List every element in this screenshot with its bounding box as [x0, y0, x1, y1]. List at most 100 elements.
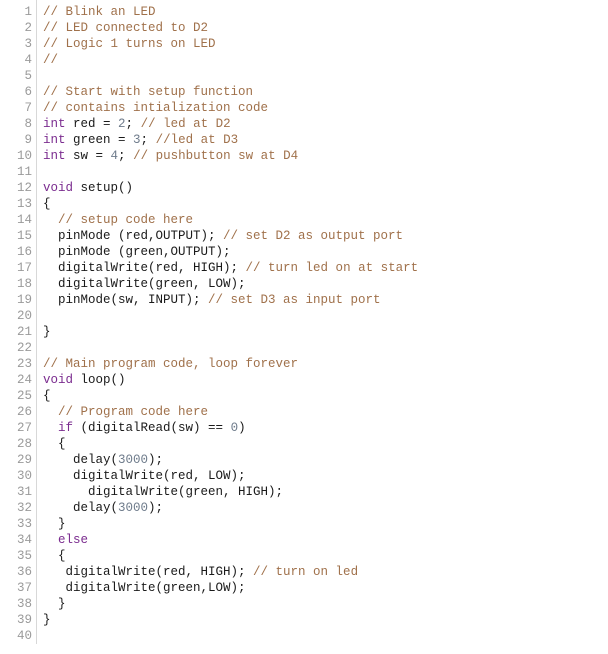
code-token-plain: sw = [65, 149, 111, 163]
line-number: 31 [16, 485, 32, 499]
code-token-keyword: int [43, 133, 66, 147]
code-line[interactable] [43, 164, 608, 180]
code-line[interactable]: digitalWrite(red, HIGH); // turn led on … [43, 260, 608, 276]
code-token-plain: delay( [43, 453, 119, 467]
line-number: 16 [16, 245, 32, 259]
line-number: 1 [24, 5, 32, 19]
line-number: 13 [16, 197, 32, 211]
code-line[interactable]: if (digitalRead(sw) == 0) [43, 420, 608, 436]
line-number: 30 [16, 469, 32, 483]
code-line[interactable]: } [43, 596, 608, 612]
code-line[interactable]: // Logic 1 turns on LED [43, 36, 608, 52]
line-number: 32 [16, 501, 32, 515]
code-line[interactable]: int red = 2; // led at D2 [43, 116, 608, 132]
line-number: 9 [24, 133, 32, 147]
code-line[interactable]: delay(3000); [43, 500, 608, 516]
code-line[interactable]: { [43, 388, 608, 404]
line-number: 36 [16, 565, 32, 579]
line-number: 25 [16, 389, 32, 403]
code-token-plain: } [43, 613, 51, 627]
code-line[interactable]: pinMode (red,OUTPUT); // set D2 as outpu… [43, 228, 608, 244]
line-number: 18 [16, 277, 32, 291]
code-line[interactable]: digitalWrite(red, LOW); [43, 468, 608, 484]
code-area[interactable]: // Blink an LED // LED connected to D2 // … [37, 0, 608, 644]
code-token-comment: // set D2 as output port [223, 229, 404, 243]
line-number: 29 [16, 453, 32, 467]
code-token-number: 3000 [118, 453, 149, 467]
code-line[interactable]: // setup code here [43, 212, 608, 228]
code-line[interactable]: // Program code here [43, 404, 608, 420]
code-line[interactable]: // Main program code, loop forever [43, 356, 608, 372]
code-line[interactable]: digitalWrite(green, HIGH); [43, 484, 608, 500]
code-line[interactable]: // LED connected to D2 [43, 20, 608, 36]
line-number: 37 [16, 581, 32, 595]
code-line[interactable]: pinMode(sw, INPUT); // set D3 as input p… [43, 292, 608, 308]
code-token-comment: // set D3 as input port [208, 293, 381, 307]
code-line[interactable]: { [43, 436, 608, 452]
line-number: 38 [16, 597, 32, 611]
code-line[interactable]: } [43, 516, 608, 532]
code-line[interactable]: else [43, 532, 608, 548]
line-number: 19 [16, 293, 32, 307]
code-token-comment: // Start with setup function [43, 85, 254, 99]
code-token-comment: // LED connected to D2 [43, 21, 209, 35]
line-number: 20 [16, 309, 32, 323]
code-token-comment: // led at D2 [140, 117, 231, 131]
code-line[interactable]: int sw = 4; // pushbutton sw at D4 [43, 148, 608, 164]
code-line[interactable]: void setup() [43, 180, 608, 196]
code-token-comment: //led at D3 [155, 133, 239, 147]
code-line[interactable]: { [43, 548, 608, 564]
code-editor[interactable]: 1 2 3 4 5 6 7 8 9 10 11 12 13 14 15 16 17 18 19 20 21 22 23 24 2… [0, 0, 608, 654]
code-line[interactable]: } [43, 324, 608, 340]
code-line[interactable] [43, 308, 608, 324]
code-line[interactable]: } [43, 612, 608, 628]
code-line[interactable]: // [43, 52, 608, 68]
line-number: 2 [24, 21, 32, 35]
line-number: 14 [16, 213, 32, 227]
code-token-plain: setup() [73, 181, 134, 195]
code-token-keyword: int [43, 117, 66, 131]
line-number: 6 [24, 85, 32, 99]
code-token-comment: // Blink an LED [43, 5, 156, 19]
code-line[interactable]: digitalWrite(green,LOW); [43, 580, 608, 596]
line-number: 27 [16, 421, 32, 435]
code-line[interactable]: pinMode (green,OUTPUT); [43, 244, 608, 260]
code-token-number: 0 [230, 421, 239, 435]
code-line[interactable]: // contains intialization code [43, 100, 608, 116]
code-token-plain: ; [125, 117, 141, 131]
code-token-comment: // setup code here [58, 213, 194, 227]
line-number: 24 [16, 373, 32, 387]
code-line[interactable]: // Start with setup function [43, 84, 608, 100]
line-number: 5 [24, 69, 32, 83]
line-number: 35 [16, 549, 32, 563]
code-line[interactable] [43, 68, 608, 84]
code-line[interactable]: // Blink an LED [43, 4, 608, 20]
code-token-plain: } [43, 517, 66, 531]
line-number: 33 [16, 517, 32, 531]
code-token-keyword: int [43, 149, 66, 163]
code-token-plain: ; [140, 133, 156, 147]
code-line[interactable]: digitalWrite(green, LOW); [43, 276, 608, 292]
code-line[interactable] [43, 628, 608, 644]
code-line[interactable]: { [43, 196, 608, 212]
code-line[interactable]: delay(3000); [43, 452, 608, 468]
code-line[interactable]: int green = 3; //led at D3 [43, 132, 608, 148]
code-token-plain: pinMode (green,OUTPUT); [43, 245, 231, 259]
code-line[interactable] [43, 340, 608, 356]
code-line[interactable]: digitalWrite(red, HIGH); // turn on led [43, 564, 608, 580]
code-token-plain: ; [118, 149, 134, 163]
code-token-comment: // Program code here [58, 405, 209, 419]
line-number: 34 [16, 533, 32, 547]
code-token-plain: { [43, 389, 51, 403]
line-number: 10 [16, 149, 32, 163]
line-number: 17 [16, 261, 32, 275]
code-token-keyword: void [43, 373, 74, 387]
code-token-comment: // turn led on at start [245, 261, 419, 275]
code-line[interactable]: void loop() [43, 372, 608, 388]
code-token-plain: ); [148, 501, 164, 515]
line-number: 3 [24, 37, 32, 51]
